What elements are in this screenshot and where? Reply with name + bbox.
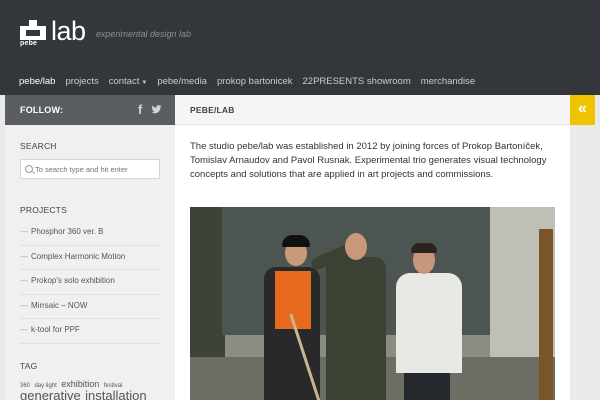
search-title: SEARCH (20, 141, 57, 151)
facebook-icon[interactable]: f (138, 102, 142, 117)
nav-item-merchandise[interactable]: merchandise (416, 74, 480, 90)
dash-icon: — (20, 276, 28, 285)
photo-person-middle (326, 257, 386, 400)
project-link-mirrsaic[interactable]: — Mirrsaic – NOW (20, 295, 160, 319)
tag-cloud: 360 day light exhibition festival genera… (20, 377, 170, 400)
project-label: Complex Harmonic Motion (31, 251, 126, 261)
caret-down-icon: ▼ (141, 80, 148, 86)
project-label: Prokop's solo exhibition (31, 276, 115, 285)
nav-item-projects[interactable]: projects (60, 74, 103, 90)
project-label: Mirrsaic – NOW (31, 300, 88, 310)
tag-generative[interactable]: generative (20, 388, 81, 400)
project-link-k-tool[interactable]: — k-tool for PPF (20, 319, 160, 344)
dash-icon: — (20, 227, 28, 236)
double-chevron-left-icon[interactable]: « (570, 95, 595, 125)
photo-cap (282, 235, 310, 247)
nav-item-pebe-media[interactable]: pebe/media (152, 74, 212, 90)
nav-item-22presents-showroom[interactable]: 22PRESENTS showroom (298, 74, 416, 90)
site-logo[interactable]: pebe lab (20, 16, 90, 52)
search-input[interactable] (35, 162, 157, 177)
dash-icon: — (20, 300, 28, 310)
twitter-icon[interactable] (151, 104, 162, 115)
search-box[interactable] (20, 159, 160, 179)
site-tagline: experimental design lab (96, 29, 192, 39)
nav-label: contact (108, 76, 140, 87)
nav-item-contact[interactable]: contact ▼ (104, 74, 153, 90)
team-photo (190, 207, 555, 400)
nav-label: 22PRESENTS showroom (302, 76, 411, 87)
project-label: k-tool for PPF (31, 325, 80, 334)
content-header: PEBE/LAB (175, 95, 570, 125)
project-list: — Phosphor 360 ver. B — Complex Harmonic M… (20, 221, 160, 344)
dash-icon: — (20, 251, 28, 261)
page-title: PEBE/LAB (190, 105, 235, 115)
project-link-solo-exhibition[interactable]: — Prokop's solo exhibition (20, 270, 160, 295)
main-nav: pebe/lab projects contact ▼ pebe/media pr… (14, 74, 480, 90)
site-header: pebe lab experimental design lab pebe/la… (0, 0, 600, 95)
nav-item-pebe-lab[interactable]: pebe/lab (14, 74, 60, 90)
nav-label: projects (65, 76, 99, 87)
photo-legs-right (404, 373, 450, 400)
projects-title: PROJECTS (20, 205, 67, 215)
intro-text: The studio pebe/lab was established in 2… (190, 141, 547, 180)
project-label: Phosphor 360 ver. B (31, 227, 104, 236)
tag-title: TAG (20, 361, 38, 371)
photo-plank (539, 229, 553, 400)
project-link-complex-harmonic-motion[interactable]: — Complex Harmonic Motion (20, 246, 160, 270)
sidebar-follow-bar: FOLLOW: f (5, 95, 175, 125)
photo-person-right (396, 273, 462, 373)
photo-hair-right (411, 243, 437, 253)
follow-label: FOLLOW: (20, 105, 64, 115)
search-icon (25, 165, 33, 173)
sidebar: SEARCH PROJECTS —Phosphor 360 ver. B —Co… (5, 125, 175, 400)
nav-label: pebe/media (157, 76, 207, 87)
dash-icon: — (20, 325, 28, 334)
logo-small-text: pebe (20, 40, 38, 47)
project-link-phosphor-360[interactable]: — Phosphor 360 ver. B (20, 221, 160, 246)
tag-installation[interactable]: installation (85, 388, 146, 400)
nav-label: prokop bartonicek (216, 76, 293, 87)
logo-text: lab (51, 16, 86, 46)
main-content: The studio pebe/lab was established in 2… (175, 125, 570, 400)
nav-item-prokop-bartonicek[interactable]: prokop bartonicek (212, 74, 298, 90)
nav-label: merchandise (420, 76, 476, 87)
photo-head-middle (345, 233, 367, 260)
nav-label: pebe/lab (19, 76, 56, 87)
